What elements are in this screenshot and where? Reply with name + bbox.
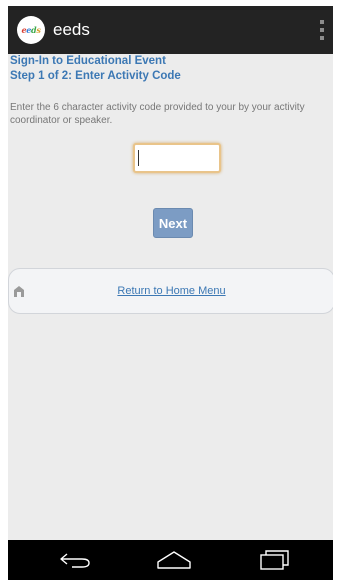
next-button[interactable]: Next [153,208,193,238]
home-icon [14,286,24,297]
step-label: Step 1 of 2: Enter Activity Code [10,70,181,82]
activity-code-input[interactable] [133,143,221,173]
app-title: eeds [53,20,90,39]
app-bar: eeds eeds [8,6,333,54]
app-logo-text: eeds [21,25,41,35]
overflow-menu-icon[interactable] [319,20,325,40]
page-title: Sign-In to Educational Event [10,55,166,67]
home-nav-icon[interactable] [152,548,196,572]
text-cursor [138,150,139,166]
app-logo: eeds [17,16,45,44]
return-home-row[interactable]: Return to Home Menu [8,268,333,314]
recents-icon[interactable] [252,548,296,572]
system-nav-bar [8,540,333,580]
return-home-link[interactable]: Return to Home Menu [117,285,225,297]
instructions-text: Enter the 6 character activity code prov… [10,102,305,126]
app-screen: eeds eeds Sign-In to Educational Event S… [8,6,333,580]
back-icon[interactable] [53,548,97,572]
